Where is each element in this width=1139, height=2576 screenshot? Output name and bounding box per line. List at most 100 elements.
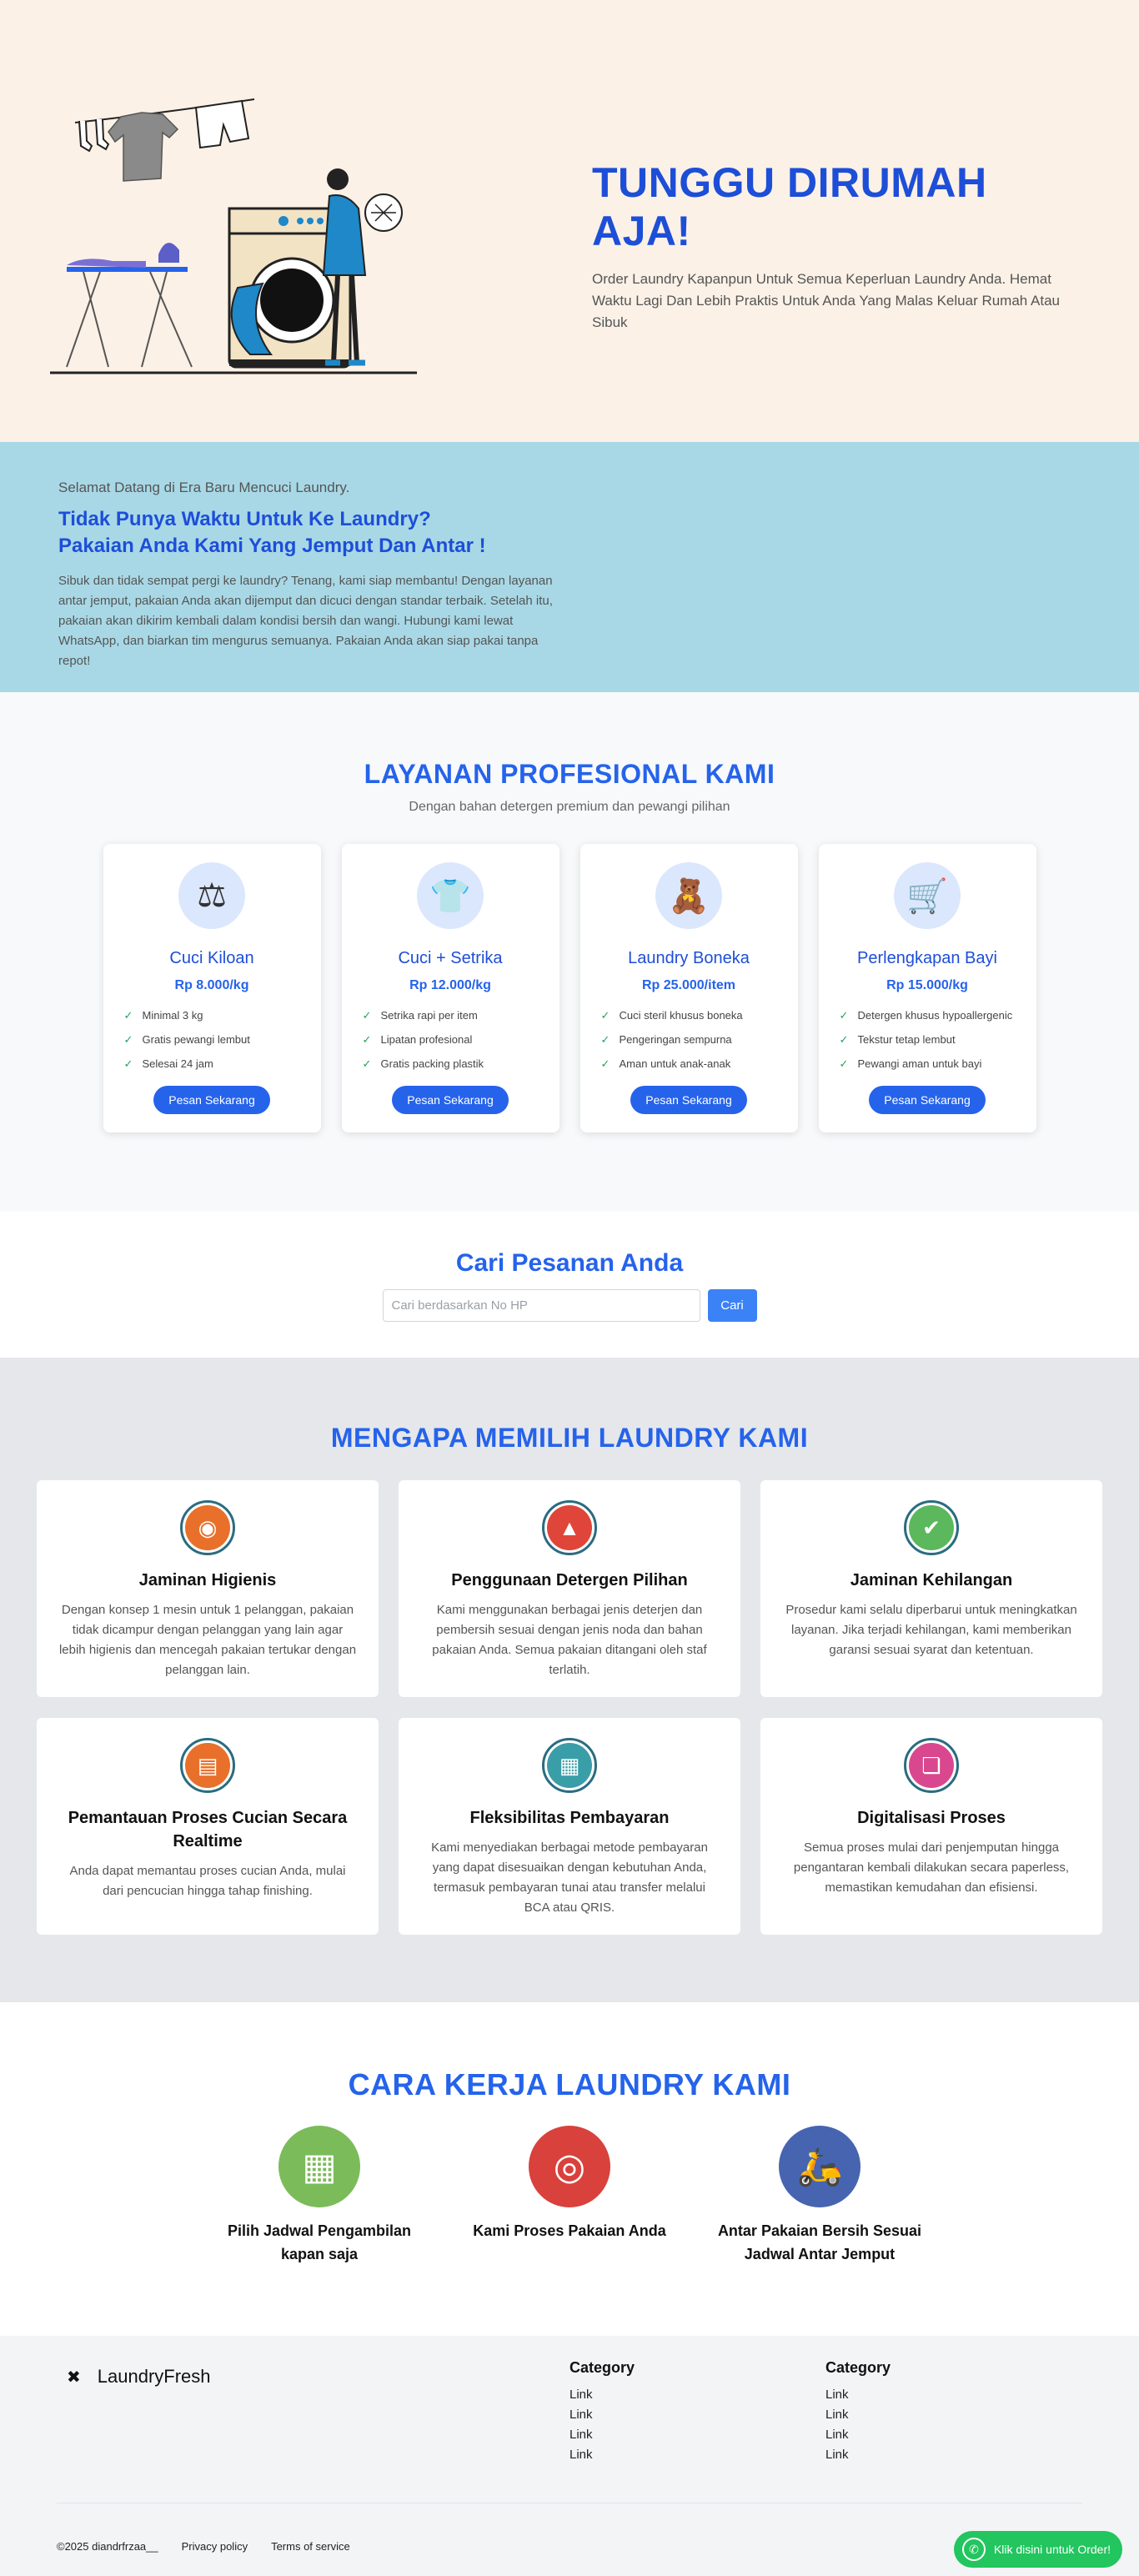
footer-link[interactable]: Link [570, 2445, 635, 2465]
footer-link[interactable]: Link [825, 2405, 891, 2425]
feature-item: ✓ Aman untuk anak-anak [601, 1057, 777, 1072]
search-button[interactable]: Cari [707, 1289, 757, 1322]
welcome-title-line2: Pakaian Anda Kami Yang Jemput Dan Antar … [58, 535, 486, 557]
why-grid: ◉ Jaminan Higienis Dengan konsep 1 mesin u… [0, 1480, 1139, 1935]
welcome-title-line1: Tidak Punya Waktu Untuk Ke Laundry? [58, 508, 431, 530]
feature-list: ✓ Cuci steril khusus boneka ✓ Pengeringan s… [601, 1008, 777, 1072]
order-button[interactable]: Pesan Sekarang [153, 1086, 270, 1114]
scale-icon: ⚖ [178, 862, 245, 929]
why-card: ❏ Digitalisasi Proses Semua proses mulai d… [760, 1718, 1102, 1935]
why-card-title: Jaminan Higienis [138, 1571, 277, 1589]
why-card-description: Dengan konsep 1 mesin untuk 1 pelanggan,… [58, 1603, 357, 1677]
whatsapp-icon: ✆ [961, 2538, 986, 2561]
how-step-label: Antar Pakaian Bersih Sesuai Jadwal Antar… [717, 2222, 922, 2262]
feature-item: ✓ Gratis pewangi lembut [124, 1032, 300, 1047]
feature-text: Selesai 24 jam [142, 1057, 213, 1070]
feature-item: ✓ Selesai 24 jam [124, 1057, 300, 1072]
washing-machine-icon: ◎ [529, 2126, 610, 2207]
check-icon: ✓ [839, 1057, 849, 1070]
service-card: 🛒 Perlengkapan Bayi Rp 15.000/kg ✓ Detergen … [818, 844, 1036, 1132]
feature-item: ✓ Setrika rapi per item [363, 1008, 539, 1023]
how-title: CARA KERJA LAUNDRY KAMI [348, 2067, 791, 2101]
how-step-label: Pilih Jadwal Pengambilan kapan saja [227, 2222, 412, 2262]
why-title: MENGAPA MEMILIH LAUNDRY KAMI [330, 1423, 809, 1453]
services-subtitle: Dengan bahan detergen premium dan pewang… [409, 800, 730, 814]
check-icon: ✓ [362, 1033, 372, 1046]
welcome-title: Tidak Punya Waktu Untuk Ke Laundry? Paka… [58, 506, 1081, 560]
service-price: Rp 25.000/item [641, 978, 736, 992]
payment-icon-glyph: ▦ [547, 1743, 592, 1788]
brand[interactable]: ✖ LaundryFresh [67, 2366, 211, 2388]
why-card: ✔ Jaminan Kehilangan Prosedur kami selalu … [760, 1480, 1102, 1697]
service-cards: ⚖ Cuci Kiloan Rp 8.000/kg ✓ Minimal 3 kg ✓ Gra… [0, 844, 1139, 1132]
footer-link[interactable]: Link [825, 2385, 891, 2405]
terms-link[interactable]: Terms of service [271, 2540, 350, 2553]
check-icon: ✓ [839, 1033, 849, 1046]
check-icon: ✓ [600, 1009, 610, 1022]
footer-bottom: ©2025 diandrfrzaa__ Privacy policy Terms… [57, 2540, 350, 2553]
why-card-description: Anda dapat memantau proses cucian Anda, … [69, 1864, 346, 1898]
service-name: Cuci + Setrika [398, 949, 503, 967]
check-icon: ✓ [600, 1057, 610, 1070]
why-card: ◉ Jaminan Higienis Dengan konsep 1 mesin u… [37, 1480, 379, 1697]
document-icon: ❏ [904, 1738, 959, 1793]
service-name: Cuci Kiloan [169, 949, 254, 967]
feature-item: ✓ Pewangi aman untuk bayi [840, 1057, 1016, 1072]
feature-text: Pewangi aman untuk bayi [857, 1057, 982, 1070]
detergent-icon-glyph: ▲ [547, 1505, 592, 1550]
feature-text: Detergen khusus hypoallergenic [857, 1009, 1013, 1022]
detergent-icon: ▲ [542, 1500, 597, 1555]
feature-item: ✓ Tekstur tetap lembut [840, 1032, 1016, 1047]
washing-machine-icon-glyph: ◉ [185, 1505, 230, 1550]
check-icon: ✔ [904, 1500, 959, 1555]
why-card: ▤ Pemantauan Proses Cucian Secara Realtim… [37, 1718, 379, 1935]
feature-text: Aman untuk anak-anak [619, 1057, 731, 1070]
feature-list: ✓ Minimal 3 kg ✓ Gratis pewangi lembut ✓ Sele… [124, 1008, 300, 1072]
footer-column-title: Category [570, 2359, 635, 2376]
feature-item: ✓ Lipatan profesional [363, 1032, 539, 1047]
clipboard-icon: ▤ [180, 1738, 235, 1793]
services-title: LAYANAN PROFESIONAL KAMI [364, 759, 775, 789]
feature-item: ✓ Gratis packing plastik [363, 1057, 539, 1072]
copyright: ©2025 diandrfrzaa__ [57, 2540, 158, 2553]
welcome-greeting: Selamat Datang di Era Baru Mencuci Laund… [58, 480, 350, 495]
service-price: Rp 12.000/kg [409, 978, 491, 992]
order-button[interactable]: Pesan Sekarang [392, 1086, 509, 1114]
order-button[interactable]: Pesan Sekarang [869, 1086, 986, 1114]
hero-text: TUNGGU DIRUMAH AJA! Order Laundry Kapanp… [592, 158, 1084, 334]
order-button[interactable]: Pesan Sekarang [630, 1086, 747, 1114]
search-input[interactable] [382, 1289, 700, 1322]
footer-column-1: Category Link Link Link Link [570, 2359, 635, 2465]
service-card: 👕 Cuci + Setrika Rp 12.000/kg ✓ Setrika rapi… [341, 844, 559, 1132]
feature-text: Cuci steril khusus boneka [619, 1009, 743, 1022]
why-card-description: Prosedur kami selalu diperbarui untuk me… [785, 1603, 1077, 1657]
footer-link[interactable]: Link [570, 2405, 635, 2425]
check-icon: ✓ [123, 1057, 133, 1070]
feature-text: Setrika rapi per item [380, 1009, 478, 1022]
feature-item: ✓ Minimal 3 kg [124, 1008, 300, 1023]
footer-link[interactable]: Link [825, 2425, 891, 2445]
footer-link[interactable]: Link [825, 2445, 891, 2465]
footer-link[interactable]: Link [570, 2425, 635, 2445]
footer-column-title: Category [825, 2359, 891, 2376]
how-steps: ▦ Pilih Jadwal Pengambilan kapan saja ◎ Kam… [0, 2126, 1139, 2266]
check-icon: ✓ [123, 1009, 133, 1022]
shirt-icon: 👕 [417, 862, 484, 929]
clipboard-icon-glyph: ▤ [185, 1743, 230, 1788]
why-card-description: Semua proses mulai dari penjemputan hing… [793, 1840, 1070, 1895]
search-section: Cari Pesanan Anda Cari [0, 1212, 1139, 1358]
why-card-title: Fleksibilitas Pembayaran [469, 1809, 670, 1827]
footer-link[interactable]: Link [570, 2385, 635, 2405]
check-icon: ✓ [362, 1057, 372, 1070]
whatsapp-label: Klik disini untuk Order! [993, 2543, 1111, 2556]
teddy-bear-icon: 🧸 [655, 862, 722, 929]
whatsapp-order-button[interactable]: ✆ Klik disini untuk Order! [953, 2531, 1122, 2568]
document-icon-glyph: ❏ [909, 1743, 954, 1788]
service-card: 🧸 Laundry Boneka Rp 25.000/item ✓ Cuci steri… [580, 844, 798, 1132]
privacy-link[interactable]: Privacy policy [182, 2540, 248, 2553]
feature-item: ✓ Cuci steril khusus boneka [601, 1008, 777, 1023]
scooter-icon: 🛵 [779, 2126, 861, 2207]
footer-column-2: Category Link Link Link Link [825, 2359, 891, 2465]
check-icon: ✓ [123, 1033, 133, 1046]
why-card-description: Kami menggunakan berbagai jenis deterjen… [432, 1603, 707, 1677]
